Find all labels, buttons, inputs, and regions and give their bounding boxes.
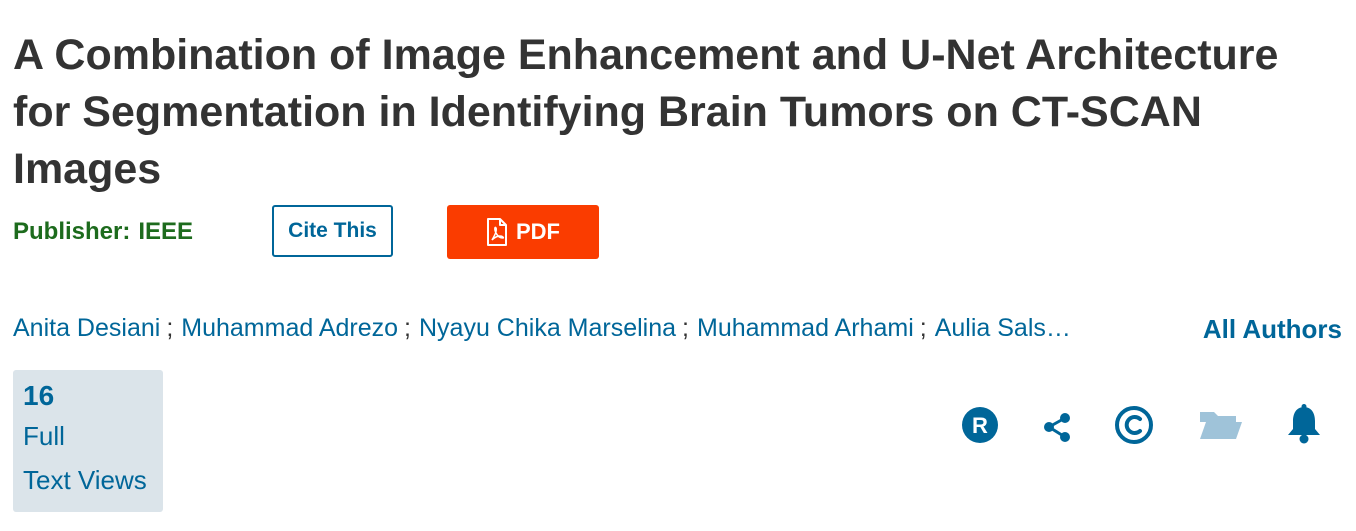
- author-separator: ;: [682, 314, 689, 342]
- author-list: Anita Desiani; Muhammad Adrezo; Nyayu Chik…: [13, 314, 1071, 343]
- article-title: A Combination of Image Enhancement and U…: [13, 31, 1279, 193]
- rights-permissions-icon[interactable]: R: [959, 404, 1001, 446]
- all-authors-link[interactable]: All Authors: [1203, 314, 1342, 345]
- author-separator: ;: [404, 314, 411, 342]
- alert-bell-icon[interactable]: [1283, 403, 1325, 445]
- views-label-line2: Text Views: [23, 465, 147, 495]
- share-icon[interactable]: [1036, 406, 1078, 448]
- svg-text:R: R: [972, 413, 988, 438]
- publisher-label: Publisher:: [13, 218, 131, 245]
- author-link[interactable]: Aulia Sals…: [935, 314, 1071, 342]
- author-link[interactable]: Nyayu Chika Marselina: [419, 314, 676, 342]
- folder-icon[interactable]: [1198, 404, 1244, 446]
- author-link[interactable]: Muhammad Adrezo: [181, 314, 398, 342]
- full-text-views-metric[interactable]: 16 Full Text Views: [13, 370, 163, 512]
- author-link[interactable]: Anita Desiani: [13, 314, 160, 342]
- views-label-line1: Full: [23, 421, 65, 451]
- author-link[interactable]: Muhammad Arhami: [697, 314, 914, 342]
- publisher-name: IEEE: [138, 218, 194, 245]
- author-separator: ;: [166, 314, 174, 342]
- copyright-icon[interactable]: [1113, 404, 1155, 446]
- cite-this-button[interactable]: Cite This: [272, 205, 393, 257]
- pdf-button-label: PDF: [516, 219, 560, 244]
- views-count: 16: [23, 380, 55, 411]
- publisher: Publisher: IEEE: [13, 218, 193, 246]
- pdf-button[interactable]: PDF: [447, 205, 599, 259]
- pdf-file-icon: [486, 218, 508, 246]
- author-separator: ;: [919, 314, 927, 342]
